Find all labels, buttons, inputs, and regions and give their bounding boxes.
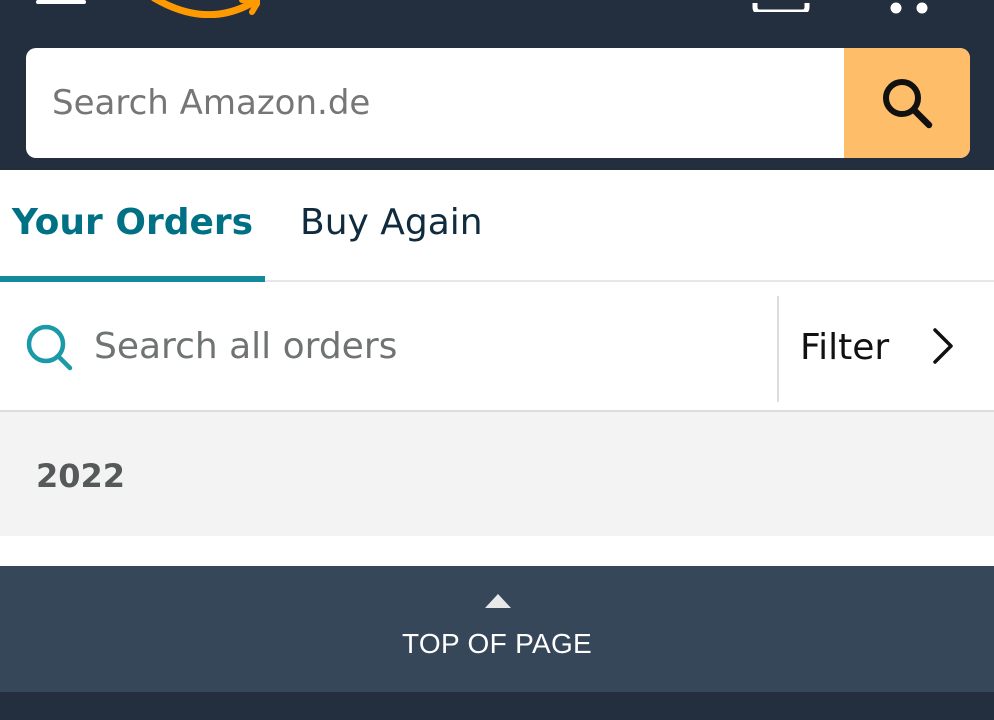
filter-button[interactable]: Filter [779, 282, 994, 410]
caret-up-icon [485, 594, 511, 608]
search-orders-icon [26, 324, 73, 371]
orders-search-row: Filter [0, 282, 994, 412]
back-to-top-button[interactable]: TOP OF PAGE [0, 566, 994, 692]
tab-your-orders[interactable]: Your Orders [0, 170, 265, 282]
top-header [0, 0, 994, 170]
search-button[interactable] [844, 48, 970, 158]
filter-label: Filter [800, 327, 890, 368]
footer [0, 692, 994, 720]
account-icon[interactable] [752, 0, 810, 12]
back-to-top-label: TOP OF PAGE [401, 628, 593, 659]
year-label: 2022 [36, 457, 126, 495]
search-orders-input[interactable] [94, 304, 754, 388]
search-input[interactable] [26, 48, 842, 158]
chevron-right-icon [933, 328, 953, 364]
orders-tabs: Your Orders Buy Again [0, 170, 994, 282]
tab-buy-again[interactable]: Buy Again [300, 170, 483, 280]
cart-icon[interactable] [886, 0, 932, 14]
year-header: 2022 [0, 412, 994, 536]
search-icon [883, 79, 933, 129]
search-bar [26, 48, 970, 158]
menu-icon[interactable] [36, 0, 86, 4]
amazon-logo[interactable] [150, 0, 260, 18]
